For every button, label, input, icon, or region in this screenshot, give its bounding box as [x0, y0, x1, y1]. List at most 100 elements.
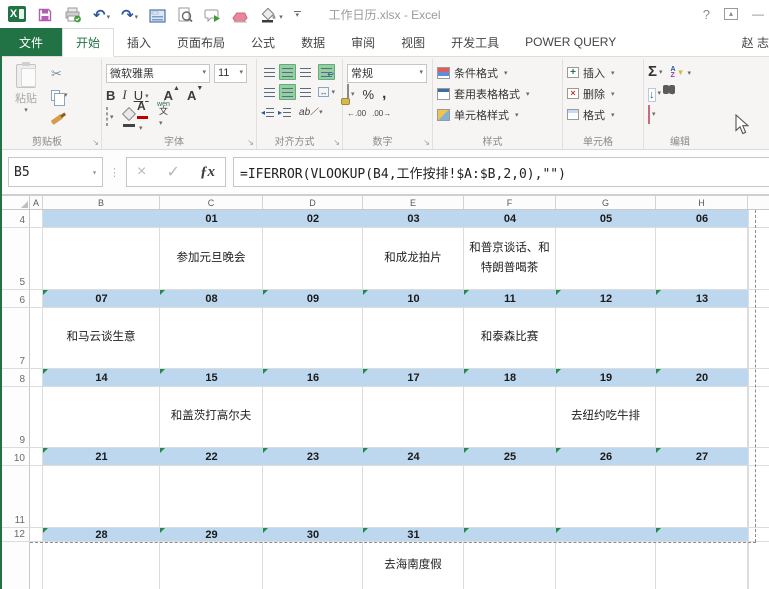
cell[interactable] — [30, 290, 43, 307]
enter-button[interactable]: ✓ — [166, 162, 179, 182]
fill-down-button[interactable]: ↓ — [648, 85, 661, 103]
bold-button[interactable]: B — [106, 88, 115, 103]
increase-indent-button[interactable]: ▸ — [278, 108, 291, 117]
conditional-formatting-button[interactable]: 条件格式 — [437, 62, 558, 83]
insert-function-button[interactable]: ƒx — [200, 164, 215, 181]
column-header-H[interactable]: H — [656, 196, 748, 209]
tab-page-layout[interactable]: 页面布局 — [164, 28, 238, 56]
qat-customize-button[interactable]: ▾ — [294, 11, 301, 18]
event-cell[interactable] — [464, 466, 556, 527]
date-cell[interactable]: 04 — [464, 210, 556, 227]
column-header-G[interactable]: G — [556, 196, 656, 209]
excel-logo-icon[interactable]: X — [8, 6, 26, 22]
date-cell[interactable]: 26 — [556, 448, 656, 465]
minimize-button[interactable]: — — [752, 7, 763, 21]
column-header-B[interactable]: B — [43, 196, 160, 209]
form-button[interactable] — [149, 5, 166, 23]
date-cell[interactable]: 02 — [263, 210, 363, 227]
autosum-button[interactable]: Σ — [648, 65, 663, 79]
clear-button[interactable] — [648, 106, 656, 124]
date-cell[interactable]: 10 — [363, 290, 464, 307]
row-header[interactable]: 5 — [0, 228, 30, 289]
sort-filter-button[interactable]: AZ ▼ — [671, 67, 692, 79]
copy-button[interactable] — [51, 87, 68, 103]
event-cell[interactable] — [263, 387, 363, 447]
event-cell[interactable] — [43, 542, 160, 589]
tab-insert[interactable]: 插入 — [114, 28, 164, 56]
row-header[interactable]: 10 — [0, 448, 30, 465]
date-cell[interactable]: 24 — [363, 448, 464, 465]
tab-review[interactable]: 审阅 — [338, 28, 388, 56]
format-as-table-button[interactable]: 套用表格格式 — [437, 83, 558, 104]
date-cell[interactable] — [43, 210, 160, 227]
column-header-A[interactable]: A — [30, 196, 43, 209]
paste-button[interactable]: 粘贴▾ — [7, 62, 45, 134]
date-cell[interactable]: 27 — [656, 448, 748, 465]
tab-file[interactable]: 文件 — [0, 28, 62, 56]
tab-home[interactable]: 开始 — [62, 28, 114, 57]
date-cell[interactable]: 14 — [43, 369, 160, 386]
font-size-select[interactable]: 11▾ — [214, 64, 247, 83]
event-cell[interactable] — [656, 542, 748, 589]
date-cell[interactable]: 16 — [263, 369, 363, 386]
alignment-dialog-launcher[interactable]: ↘ — [333, 139, 340, 147]
wrap-text-button[interactable]: ↩ — [318, 64, 335, 80]
font-name-select[interactable]: 微软雅黑▾ — [106, 64, 210, 83]
speak-cells-button[interactable] — [204, 5, 221, 23]
tab-power-query[interactable]: POWER QUERY — [512, 28, 629, 56]
event-cell[interactable] — [43, 387, 160, 447]
event-cell[interactable] — [556, 228, 656, 289]
event-cell[interactable] — [43, 466, 160, 527]
event-cell[interactable] — [656, 308, 748, 368]
cell[interactable] — [30, 228, 43, 289]
align-top-button[interactable] — [261, 64, 278, 80]
cell-styles-button[interactable]: 单元格样式 — [437, 104, 558, 125]
date-cell[interactable]: 23 — [263, 448, 363, 465]
font-dialog-launcher[interactable]: ↘ — [247, 139, 254, 147]
fill-color-button[interactable] — [123, 108, 129, 126]
redo-button[interactable]: ↷▾ — [121, 5, 138, 23]
row-header[interactable] — [0, 542, 30, 589]
number-dialog-launcher[interactable]: ↘ — [423, 139, 430, 147]
date-cell[interactable]: 08 — [160, 290, 263, 307]
date-cell[interactable]: 03 — [363, 210, 464, 227]
phonetic-button[interactable]: wén文 — [157, 102, 170, 132]
event-cell[interactable] — [656, 228, 748, 289]
format-painter-button[interactable] — [51, 108, 68, 124]
orientation-button[interactable]: ab⟋ — [299, 107, 323, 118]
date-cell[interactable]: 21 — [43, 448, 160, 465]
column-header-E[interactable]: E — [363, 196, 464, 209]
column-header-F[interactable]: F — [464, 196, 556, 209]
event-cell[interactable] — [160, 542, 263, 589]
event-cell[interactable] — [263, 542, 363, 589]
event-cell[interactable]: 去纽约吃牛排 — [556, 387, 656, 447]
tab-formulas[interactable]: 公式 — [238, 28, 288, 56]
event-cell[interactable] — [464, 542, 556, 589]
tab-data[interactable]: 数据 — [288, 28, 338, 56]
cell[interactable] — [30, 210, 43, 227]
row-header[interactable]: 6 — [0, 290, 30, 307]
date-cell[interactable]: 15 — [160, 369, 263, 386]
event-cell[interactable]: 参加元旦晚会 — [160, 228, 263, 289]
insert-cells-button[interactable]: +插入 — [567, 62, 639, 83]
print-preview-button[interactable] — [177, 5, 193, 23]
save-button[interactable] — [37, 5, 53, 23]
event-cell[interactable] — [363, 387, 464, 447]
cut-button[interactable]: ✂ — [51, 66, 68, 82]
name-box-arrow-icon[interactable]: ▾ — [92, 168, 97, 177]
find-select-button[interactable] — [669, 85, 675, 103]
event-cell[interactable]: 和盖茨打高尔夫 — [160, 387, 263, 447]
delete-cells-button[interactable]: ×删除 — [567, 83, 639, 104]
event-cell[interactable] — [363, 308, 464, 368]
grow-font-button[interactable]: A▲ — [164, 88, 180, 103]
column-header-D[interactable]: D — [263, 196, 363, 209]
date-cell[interactable]: 25 — [464, 448, 556, 465]
date-cell[interactable]: 30 — [263, 528, 363, 541]
align-bottom-button[interactable] — [297, 64, 314, 80]
date-cell[interactable]: 11 — [464, 290, 556, 307]
event-cell[interactable] — [263, 308, 363, 368]
row-header[interactable]: 9 — [0, 387, 30, 447]
percent-style-button[interactable]: % — [363, 87, 375, 102]
event-cell[interactable] — [556, 542, 656, 589]
cell[interactable] — [30, 466, 43, 527]
